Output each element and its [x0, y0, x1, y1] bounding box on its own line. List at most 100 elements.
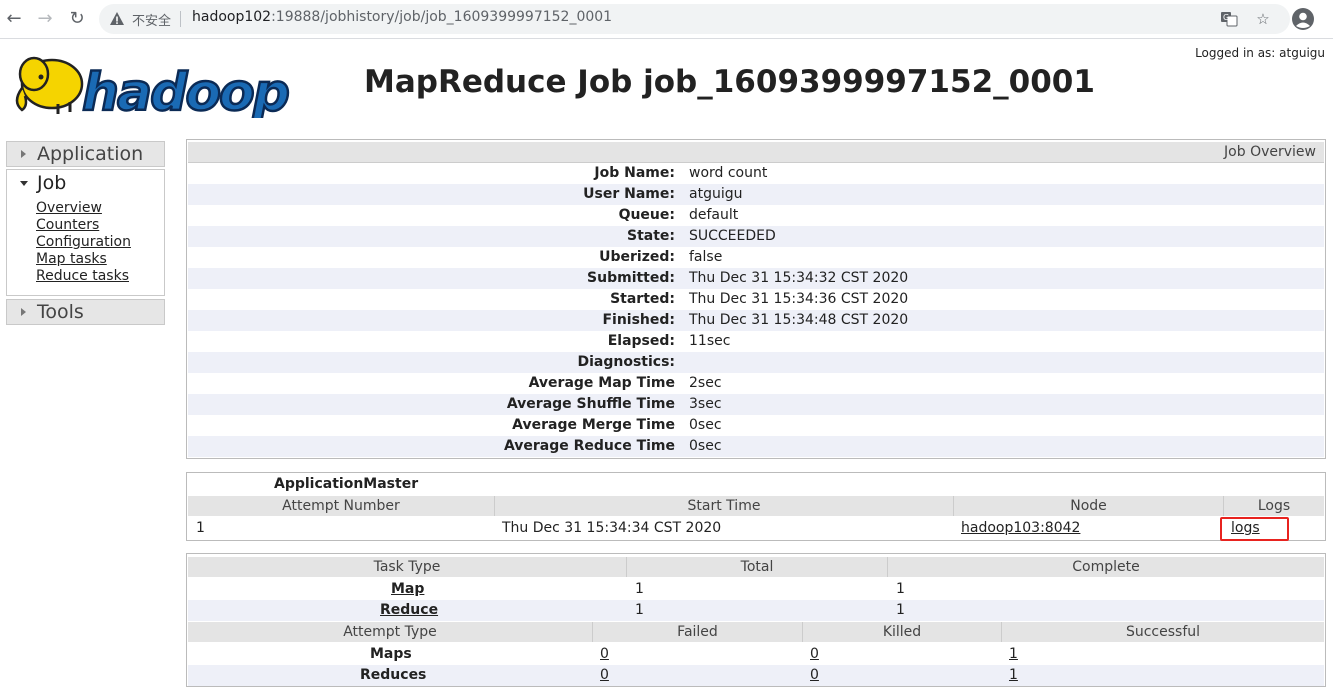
overview-key: Average Shuffle Time [506, 396, 675, 412]
job-overview-panel: Job Overview Job Name: word count User Na… [186, 139, 1326, 459]
sidebar-link-counters[interactable]: Counters [36, 217, 164, 234]
overview-value: 3sec [689, 396, 722, 412]
task-total: 1 [635, 581, 644, 597]
url-text[interactable]: hadoop102:19888/jobhistory/job/job_16093… [192, 9, 612, 25]
attempt-type: Reduces [360, 667, 427, 683]
column-header-total: Total [627, 557, 888, 577]
not-secure-label: 不安全 [132, 14, 172, 29]
url-host: hadoop102 [192, 9, 272, 25]
translate-icon[interactable]: G [1220, 10, 1238, 28]
successful-count-link[interactable]: 1 [1009, 667, 1018, 683]
task-complete: 1 [896, 602, 905, 618]
overview-row: Job Name: word count [188, 163, 1324, 184]
overview-value: atguigu [689, 186, 743, 202]
overview-row: Elapsed: 11sec [188, 331, 1324, 352]
hadoop-logo: hadoop [15, 56, 292, 118]
tasks-panel: Task Type Total Complete Map 1 1 Reduce … [186, 553, 1326, 687]
overview-key: Diagnostics: [577, 354, 675, 370]
column-header-complete: Complete [888, 557, 1324, 577]
failed-count-link[interactable]: 0 [600, 646, 609, 662]
overview-value: 11sec [689, 333, 731, 349]
back-arrow-icon[interactable]: ← [2, 7, 26, 31]
attempt-number: 1 [196, 520, 205, 536]
task-type-map-link[interactable]: Map [391, 581, 424, 597]
overview-row: Uberized: false [188, 247, 1324, 268]
overview-value: 0sec [689, 438, 722, 454]
overview-value: word count [689, 165, 768, 181]
column-header-logs[interactable]: Logs [1224, 496, 1324, 516]
overview-value: default [689, 207, 739, 223]
failed-count-link[interactable]: 0 [600, 667, 609, 683]
table-row [188, 600, 1324, 621]
overview-key: Uberized: [599, 249, 675, 265]
overview-value: Thu Dec 31 15:34:36 CST 2020 [689, 291, 909, 307]
page-title: MapReduce Job job_1609399997152_0001 [364, 64, 1095, 100]
column-header-node[interactable]: Node [954, 496, 1224, 516]
task-total: 1 [635, 602, 644, 618]
address-bar[interactable]: 不安全 hadoop102:19888/jobhistory/job/job_1… [99, 4, 1290, 34]
table-row [188, 644, 1324, 665]
column-header-attempt-type: Attempt Type [188, 622, 593, 642]
table-row [188, 665, 1324, 686]
application-master-title: ApplicationMaster [274, 476, 419, 492]
sidebar-section-label: Application [37, 143, 144, 165]
sidebar-link-reduce-tasks[interactable]: Reduce tasks [36, 268, 164, 285]
overview-value: 0sec [689, 417, 722, 433]
attempt-type: Maps [370, 646, 412, 662]
task-type-reduce-link[interactable]: Reduce [380, 602, 438, 618]
column-header-attempt-number[interactable]: Attempt Number [188, 496, 495, 516]
overview-row: User Name: atguigu [188, 184, 1324, 205]
sidebar-section-application[interactable]: Application [6, 141, 165, 167]
caret-right-icon [21, 150, 26, 158]
overview-row: Submitted: Thu Dec 31 15:34:32 CST 2020 [188, 268, 1324, 289]
bookmark-star-icon[interactable]: ☆ [1254, 10, 1272, 28]
warning-icon[interactable] [109, 11, 125, 27]
successful-count-link[interactable]: 1 [1009, 646, 1018, 662]
overview-key: Finished: [602, 312, 675, 328]
table-row: 1 Thu Dec 31 15:34:34 CST 2020 hadoop103… [188, 518, 1324, 539]
start-time: Thu Dec 31 15:34:34 CST 2020 [502, 520, 722, 536]
column-header-task-type: Task Type [188, 557, 627, 577]
svg-text:G: G [1223, 13, 1229, 22]
killed-count-link[interactable]: 0 [810, 667, 819, 683]
overview-key: Average Map Time [528, 375, 675, 391]
svg-text:hadoop: hadoop [82, 63, 289, 118]
overview-row: Average Reduce Time 0sec [188, 436, 1324, 457]
overview-value: Thu Dec 31 15:34:32 CST 2020 [689, 270, 909, 286]
overview-key: Queue: [618, 207, 675, 223]
overview-key: Average Merge Time [512, 417, 675, 433]
node-link[interactable]: hadoop103:8042 [961, 520, 1080, 536]
table-row [188, 579, 1324, 600]
overview-row: State: SUCCEEDED [188, 226, 1324, 247]
overview-value: SUCCEEDED [689, 228, 776, 244]
sidebar-link-configuration[interactable]: Configuration [36, 234, 164, 251]
url-path: :19888/jobhistory/job/job_1609399997152_… [271, 9, 613, 25]
overview-row: Queue: default [188, 205, 1324, 226]
omnibox-divider [180, 11, 181, 27]
overview-key: Job Name: [594, 165, 675, 181]
overview-key: User Name: [583, 186, 675, 202]
profile-avatar-icon[interactable] [1292, 8, 1314, 30]
sidebar-section-job[interactable]: Job [6, 169, 165, 196]
overview-key: State: [626, 228, 675, 244]
forward-arrow-icon[interactable]: → [33, 7, 57, 31]
column-header-failed: Failed [593, 622, 803, 642]
overview-row: Diagnostics: [188, 352, 1324, 373]
job-overview-title: Job Overview [1224, 144, 1316, 160]
sidebar-link-overview[interactable]: Overview [36, 200, 164, 217]
caret-down-icon [20, 181, 28, 186]
sidebar-link-map-tasks[interactable]: Map tasks [36, 251, 164, 268]
reload-icon[interactable]: ↻ [65, 7, 89, 31]
overview-row: Average Shuffle Time 3sec [188, 394, 1324, 415]
overview-key: Elapsed: [607, 333, 675, 349]
logged-in-user: Logged in as: atguigu [1195, 46, 1325, 60]
overview-key: Average Reduce Time [503, 438, 675, 454]
killed-count-link[interactable]: 0 [810, 646, 819, 662]
column-header-start-time[interactable]: Start Time [495, 496, 954, 516]
overview-row: Average Merge Time 0sec [188, 415, 1324, 436]
sidebar-section-tools[interactable]: Tools [6, 299, 165, 325]
overview-row: Started: Thu Dec 31 15:34:36 CST 2020 [188, 289, 1324, 310]
browser-toolbar: ← → ↻ 不安全 hadoop102:19888/jobhistory/job… [0, 0, 1333, 39]
overview-key: Started: [610, 291, 675, 307]
task-complete: 1 [896, 581, 905, 597]
